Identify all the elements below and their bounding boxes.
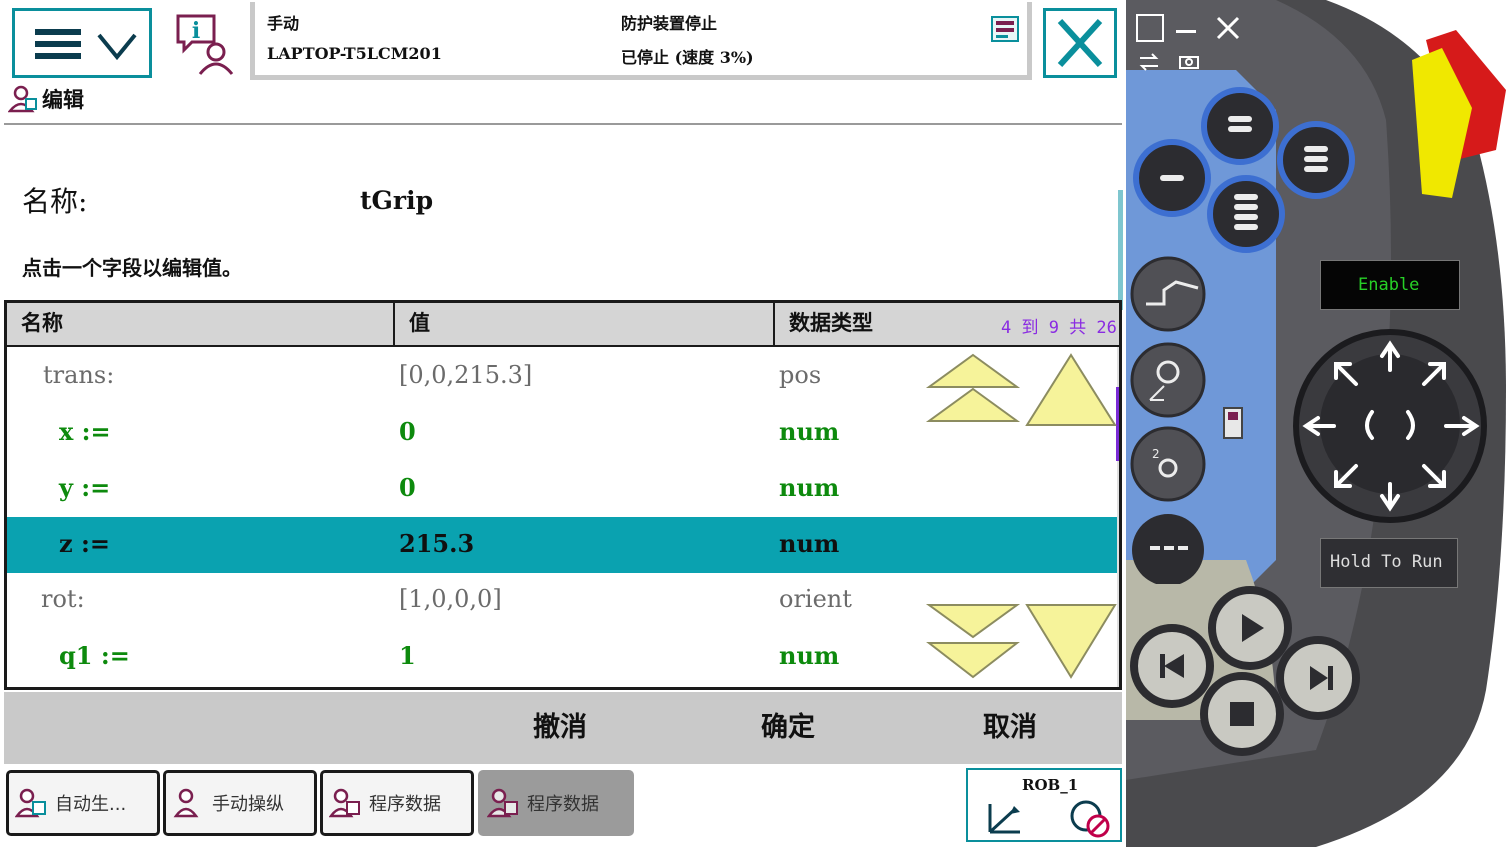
enable-label: Enable xyxy=(1358,275,1420,295)
taskbar-item-program-data-active[interactable]: 程序数据 xyxy=(478,770,634,836)
program-data-icon xyxy=(487,788,518,818)
run-keys xyxy=(1130,586,1360,756)
taskbar-item-jogging[interactable]: 手动操纵 xyxy=(163,770,317,836)
motion-mode-keys: 2 xyxy=(1130,256,1206,584)
jogging-window-icon xyxy=(173,788,199,818)
row-type: num xyxy=(779,473,840,502)
window-close-icon[interactable] xyxy=(1214,14,1242,42)
name-label: 名称: xyxy=(22,185,88,218)
controller-name: LAPTOP-T5LCM201 xyxy=(267,44,442,63)
svg-text:i: i xyxy=(192,18,200,44)
taskbar-item-program-data[interactable]: 程序数据 xyxy=(320,770,474,836)
table-row[interactable]: y := 0 num xyxy=(7,461,1117,517)
row-type: num xyxy=(779,529,840,558)
page-title: 编辑 xyxy=(42,88,84,112)
undo-button[interactable]: 撤消 xyxy=(460,692,660,756)
column-header-name[interactable]: 名称 xyxy=(7,303,393,345)
page-indicator: 4 到 9 共 26 xyxy=(1001,318,1117,338)
data-table: 名称 值 数据类型 4 到 9 共 26 trans: [0,0,215.3] … xyxy=(4,300,1122,690)
chevron-down-icon xyxy=(97,33,137,61)
minimize-icon[interactable] xyxy=(1176,30,1196,33)
operating-mode: 手动 xyxy=(267,14,300,33)
row-value: 0 xyxy=(399,473,416,502)
svg-text:2: 2 xyxy=(1152,447,1160,461)
taskbar-item-label: 自动生... xyxy=(55,794,127,815)
taskbar-item-label: 手动操纵 xyxy=(212,794,284,815)
row-type: num xyxy=(779,417,840,446)
mechanical-unit-label: ROB_1 xyxy=(1022,776,1079,794)
quickset-button[interactable]: ROB_1 xyxy=(966,768,1122,842)
cancel-button[interactable]: 取消 xyxy=(910,692,1110,756)
row-name: z := xyxy=(59,529,110,558)
camera-icon[interactable] xyxy=(1178,52,1200,70)
flexpendant-screen: i 手动 LAPTOP-T5LCM201 防护装置停止 已停止 (速度 3%) … xyxy=(0,0,1126,847)
row-value: [1,0,0,0] xyxy=(399,585,502,613)
edge-accent xyxy=(1118,190,1123,310)
column-header-value[interactable]: 值 xyxy=(395,303,773,345)
table-row-selected[interactable]: z := 215.3 num xyxy=(7,517,1117,573)
controller-state: 防护装置停止 xyxy=(621,14,718,33)
swap-icon[interactable] xyxy=(1138,52,1160,72)
row-value: 215.3 xyxy=(399,529,475,558)
row-name: rot: xyxy=(41,585,85,613)
scroll-down-icon[interactable] xyxy=(1023,601,1119,685)
row-type: num xyxy=(779,641,840,670)
hamburger-icon xyxy=(35,29,81,61)
divider xyxy=(4,123,1122,125)
table-header: 名称 值 数据类型 4 到 9 共 26 xyxy=(7,303,1119,347)
event-log-icon[interactable]: i xyxy=(172,10,240,78)
instruction-text: 点击一个字段以编辑值。 xyxy=(22,256,242,280)
name-value: tGrip xyxy=(360,186,434,215)
maximize-icon[interactable] xyxy=(1136,14,1164,42)
row-value: 0 xyxy=(399,417,416,446)
ok-button[interactable]: 确定 xyxy=(688,692,888,756)
taskbar-item-label: 程序数据 xyxy=(527,794,599,815)
row-type: pos xyxy=(779,361,822,389)
taskbar-item-auto-production[interactable]: 自动生... xyxy=(6,770,160,836)
breadcrumb: 编辑 xyxy=(8,84,84,114)
status-bar[interactable]: 手动 LAPTOP-T5LCM201 防护装置停止 已停止 (速度 3%) xyxy=(250,2,1032,80)
program-data-icon xyxy=(329,788,360,818)
program-state: 已停止 (速度 3%) xyxy=(621,48,754,67)
scroll-up-icon[interactable] xyxy=(1023,351,1119,431)
column-header-type[interactable]: 数据类型 xyxy=(775,303,995,345)
status-flag-icon xyxy=(991,16,1019,42)
joystick[interactable] xyxy=(1224,320,1488,530)
row-type: orient xyxy=(779,585,852,613)
jog-axes-icon xyxy=(988,804,1020,834)
row-value: 1 xyxy=(399,641,416,670)
virtual-pendant-hardware: 2 Enable Hold To Run xyxy=(1126,0,1512,847)
page-up-icon[interactable] xyxy=(923,351,1023,431)
hold-to-run-label: Hold To Run xyxy=(1330,552,1443,572)
row-name: y := xyxy=(59,473,111,502)
close-icon xyxy=(1057,18,1103,68)
row-name: trans: xyxy=(43,361,115,389)
main-menu-button[interactable] xyxy=(12,8,152,78)
increment-icon xyxy=(1070,800,1110,838)
command-bar: 撤消 确定 取消 xyxy=(4,692,1122,764)
row-value: [0,0,215.3] xyxy=(399,361,533,389)
programmable-keys xyxy=(1133,87,1355,253)
row-name: x := xyxy=(59,417,111,446)
row-name: q1 := xyxy=(59,641,130,670)
user-edit-icon xyxy=(8,85,37,113)
close-button[interactable] xyxy=(1043,8,1117,78)
taskbar-item-label: 程序数据 xyxy=(369,794,441,815)
production-window-icon xyxy=(15,788,46,818)
page-down-icon[interactable] xyxy=(923,601,1023,685)
